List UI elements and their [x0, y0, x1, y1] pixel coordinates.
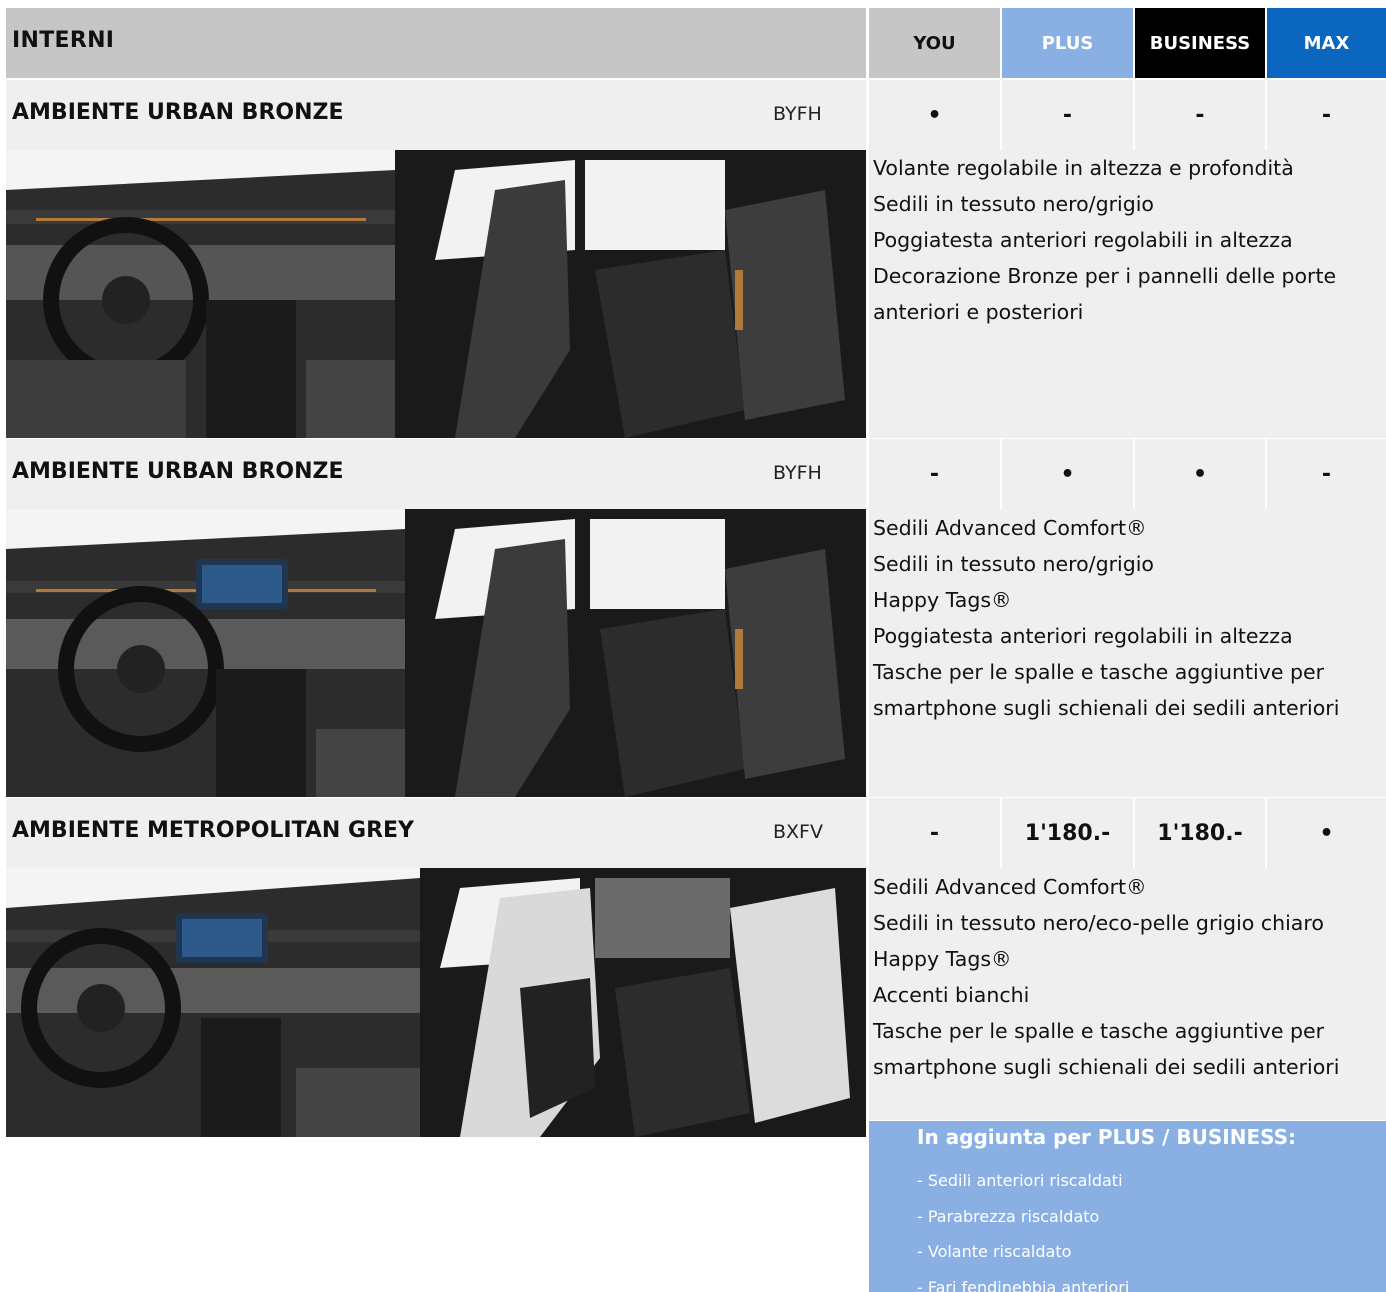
dashboard-photo: [6, 868, 420, 1137]
feature-item: Poggiatesta anteriori regolabili in alte…: [873, 228, 1293, 252]
extras-item: - Volante riscaldato: [917, 1242, 1072, 1261]
ambient-name: AMBIENTE URBAN BRONZE: [12, 100, 344, 125]
feature-item: Accenti bianchi: [873, 983, 1030, 1007]
extras-item: - Fari fendinebbia anteriori: [917, 1277, 1130, 1292]
availability-plus: -: [1002, 80, 1133, 150]
extras-list: - Sedili anteriori riscaldati - Parabrez…: [917, 1163, 1129, 1292]
availability-you: -: [869, 439, 1000, 509]
cabin-photo: [420, 868, 866, 1137]
availability-max: -: [1267, 80, 1386, 150]
feature-item: smartphone sugli schienali dei sedili an…: [873, 1055, 1340, 1079]
feature-item: Sedili in tessuto nero/eco-pelle grigio …: [873, 911, 1324, 935]
extras-item: - Sedili anteriori riscaldati: [917, 1171, 1123, 1190]
ambient-name: AMBIENTE METROPOLITAN GREY: [12, 818, 414, 843]
features-list: Sedili Advanced Comfort® Sedili in tessu…: [873, 869, 1383, 1085]
feature-item: Happy Tags®: [873, 588, 1012, 612]
dashboard-photo: [6, 509, 405, 797]
trim-header-plus: PLUS: [1002, 8, 1133, 78]
feature-item: Sedili in tessuto nero/grigio: [873, 192, 1154, 216]
extras-box: In aggiunta per PLUS / BUSINESS: - Sedil…: [869, 1121, 1386, 1292]
trim-header-max: MAX: [1267, 8, 1386, 78]
availability-you: •: [869, 80, 1000, 150]
feature-item: Poggiatesta anteriori regolabili in alte…: [873, 624, 1293, 648]
ambient-code: BYFH: [773, 462, 822, 484]
feature-item: smartphone sugli schienali dei sedili an…: [873, 696, 1340, 720]
section-title: INTERNI: [12, 28, 115, 53]
feature-item: Tasche per le spalle e tasche aggiuntive…: [873, 660, 1325, 684]
dashboard-photo: [6, 150, 395, 438]
availability-max: •: [1267, 798, 1386, 868]
cabin-photo: [405, 509, 866, 797]
ambient-code: BXFV: [773, 821, 823, 843]
header-bar: [6, 8, 866, 78]
availability-plus: 1'180.-: [1002, 798, 1133, 868]
trim-header-you: YOU: [869, 8, 1000, 78]
extras-title: In aggiunta per PLUS / BUSINESS:: [917, 1125, 1297, 1149]
ambient-name: AMBIENTE URBAN BRONZE: [12, 459, 344, 484]
feature-item: Decorazione Bronze per i pannelli delle …: [873, 264, 1337, 288]
features-list: Volante regolabile in altezza e profondi…: [873, 150, 1383, 330]
feature-item: Volante regolabile in altezza e profondi…: [873, 156, 1294, 180]
cabin-photo: [395, 150, 866, 438]
feature-item: Sedili in tessuto nero/grigio: [873, 552, 1154, 576]
feature-item: Sedili Advanced Comfort®: [873, 516, 1147, 540]
availability-business: -: [1135, 80, 1265, 150]
feature-item: anteriori e posteriori: [873, 300, 1084, 324]
availability-max: -: [1267, 439, 1386, 509]
availability-business: 1'180.-: [1135, 798, 1265, 868]
availability-you: -: [869, 798, 1000, 868]
ambient-code: BYFH: [773, 103, 822, 125]
feature-item: Sedili Advanced Comfort®: [873, 875, 1147, 899]
availability-business: •: [1135, 439, 1265, 509]
feature-item: Tasche per le spalle e tasche aggiuntive…: [873, 1019, 1325, 1043]
trim-header-business: BUSINESS: [1135, 8, 1265, 78]
availability-plus: •: [1002, 439, 1133, 509]
features-list: Sedili Advanced Comfort® Sedili in tessu…: [873, 510, 1383, 726]
feature-item: Happy Tags®: [873, 947, 1012, 971]
extras-item: - Parabrezza riscaldato: [917, 1206, 1100, 1226]
